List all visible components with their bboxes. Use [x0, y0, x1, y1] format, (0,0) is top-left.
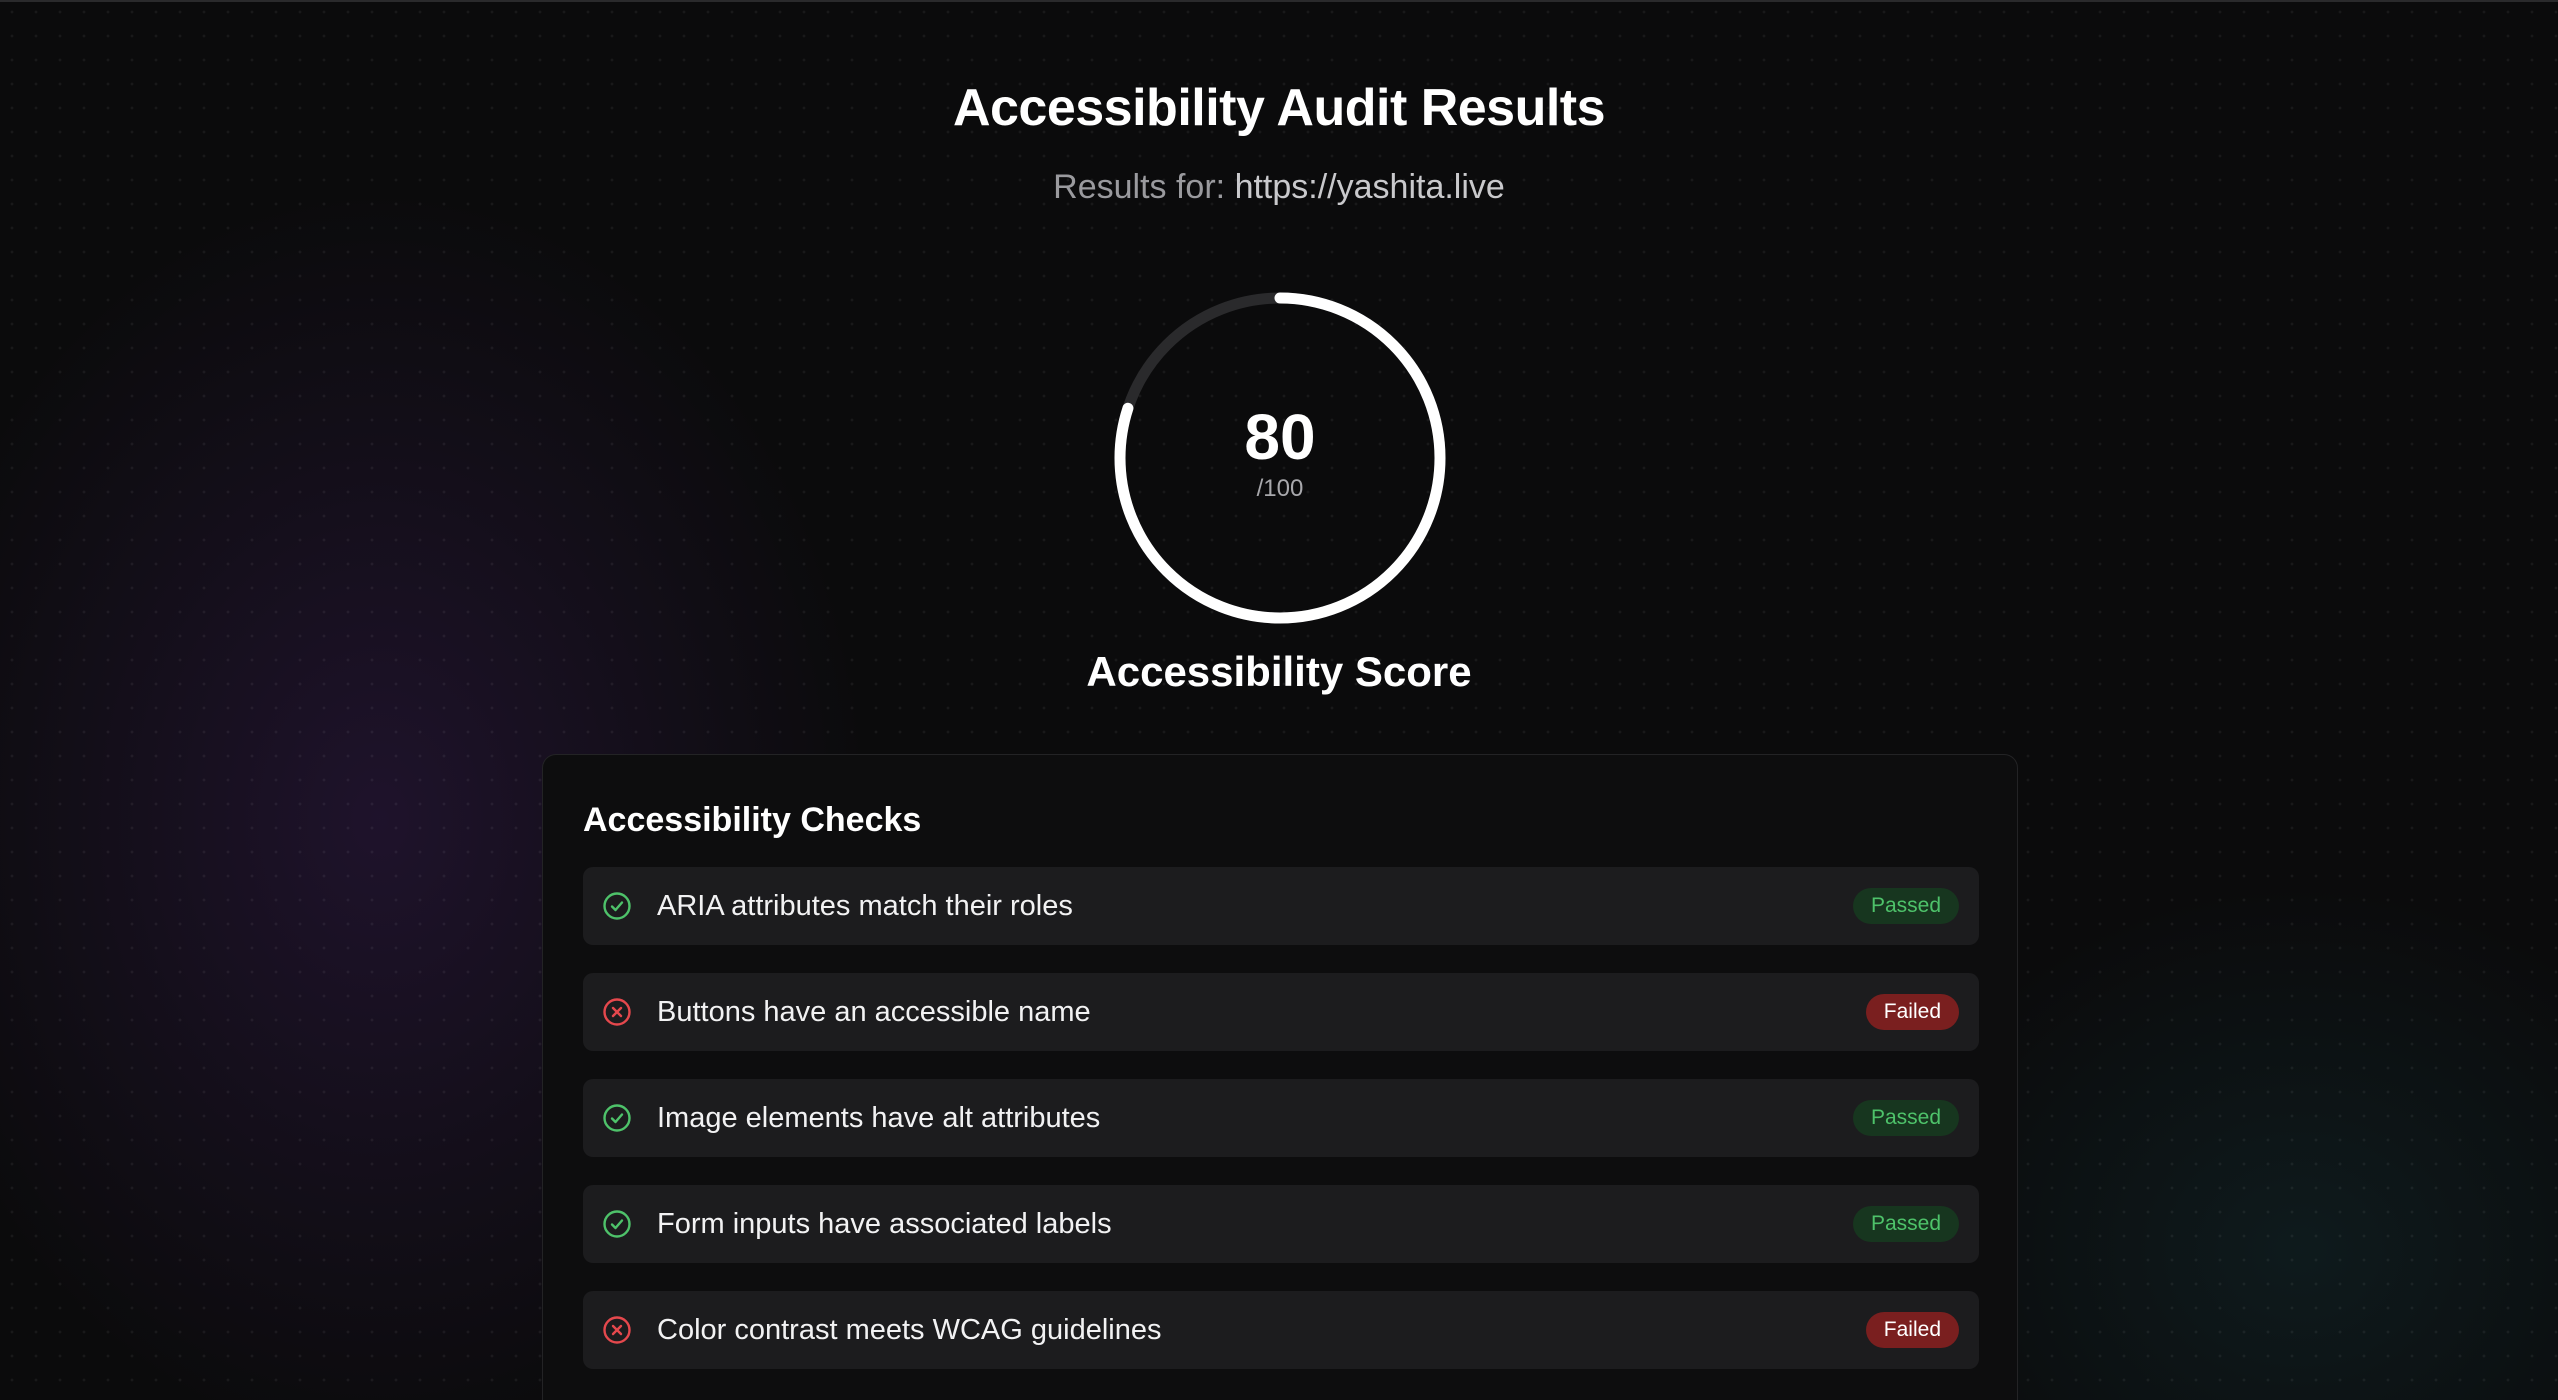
status-badge: Failed — [1865, 1312, 1959, 1348]
results-for-prefix: Results for: — [1053, 168, 1226, 206]
check-label: Color contrast meets WCAG guidelines — [657, 1313, 1162, 1346]
checks-list: ARIA attributes match their roles Passed B… — [583, 867, 1979, 1397]
status-badge: Passed — [1852, 888, 1959, 924]
check-label: Image elements have alt attributes — [657, 1101, 1101, 1134]
check-label: Buttons have an accessible name — [657, 995, 1091, 1028]
gauge-center: 80 /100 — [1112, 290, 1448, 626]
check-row: Form inputs have associated labels Passed — [583, 1185, 1979, 1263]
check-circle-icon — [603, 1104, 631, 1132]
status-badge: Passed — [1852, 1100, 1959, 1136]
check-circle-icon — [603, 1210, 631, 1238]
status-badge: Passed — [1852, 1206, 1959, 1242]
page-title: Accessibility Audit Results — [952, 79, 1606, 137]
audit-results-page: Accessibility Audit Results Results for:… — [0, 0, 2558, 1400]
score-label: Accessibility Score — [1086, 648, 1472, 695]
check-label: ARIA attributes match their roles — [657, 889, 1073, 922]
accessibility-checks-panel: Accessibility Checks ARIA attributes mat… — [542, 754, 2018, 1400]
check-row: Buttons have an accessible name Failed — [583, 973, 1979, 1051]
check-row: Image elements have alt attributes Passed — [583, 1079, 1979, 1157]
score-max: /100 — [1256, 475, 1304, 502]
status-badge: Failed — [1865, 994, 1959, 1030]
check-row: ARIA attributes match their roles Passed — [583, 867, 1979, 945]
x-circle-icon — [603, 1316, 631, 1344]
audited-url: https://yashita.live — [1234, 168, 1505, 206]
score-gauge: 80 /100 — [1112, 290, 1448, 626]
score-value: 80 — [1244, 401, 1316, 473]
results-for-line: Results for: https://yashita.live — [0, 168, 2558, 207]
checks-title: Accessibility Checks — [583, 801, 922, 839]
check-row: Color contrast meets WCAG guidelines Fail… — [583, 1291, 1979, 1369]
x-circle-icon — [603, 998, 631, 1026]
check-circle-icon — [603, 892, 631, 920]
check-label: Form inputs have associated labels — [657, 1207, 1112, 1240]
